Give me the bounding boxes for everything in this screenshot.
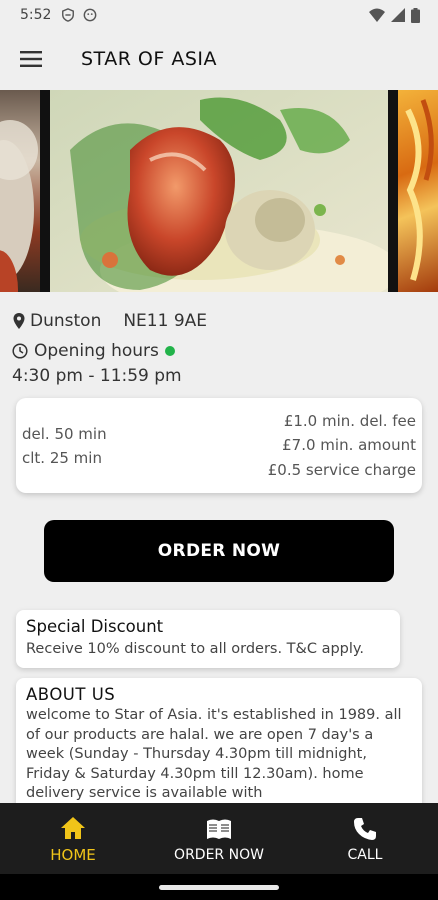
location-area: Dunston <box>30 311 102 331</box>
home-icon <box>61 816 85 839</box>
location-row: Dunston NE11 9AE <box>12 308 422 334</box>
nav-home-label: HOME <box>50 845 96 864</box>
menu-button[interactable] <box>0 30 62 88</box>
system-gesture-bar <box>0 874 438 900</box>
restaurant-info: Dunston NE11 9AE Opening hours 4:30 pm -… <box>12 308 422 388</box>
wifi-icon <box>369 8 385 22</box>
opening-hours-row: Opening hours <box>12 338 422 364</box>
open-status-indicator <box>164 346 175 356</box>
food-image-previous <box>0 120 38 292</box>
opening-hours-time: 4:30 pm - 11:59 pm <box>12 366 182 386</box>
location-pin-icon <box>12 313 26 329</box>
nav-home[interactable]: HOME <box>0 803 146 874</box>
nav-call-label: CALL <box>347 846 383 863</box>
bottom-navigation: HOME ORDER NOW CALL <box>0 803 438 874</box>
carousel-slide-next[interactable] <box>398 90 438 292</box>
home-gesture-handle[interactable] <box>159 885 279 890</box>
service-charge: £0.5 service charge <box>267 460 416 479</box>
android-icon <box>84 8 97 22</box>
nav-order-now-label: ORDER NOW <box>174 846 264 863</box>
min-delivery-fee: £1.0 min. del. fee <box>283 411 416 430</box>
delivery-fees: £1.0 min. del. fee £7.0 min. amount £0.5… <box>268 409 416 483</box>
app-bar: STAR OF ASIA <box>0 30 438 88</box>
about-title: ABOUT US <box>26 685 116 704</box>
discount-title: Special Discount <box>26 617 164 636</box>
hamburger-icon <box>20 51 42 67</box>
nav-call[interactable]: CALL <box>292 803 438 874</box>
food-image-next <box>405 99 434 281</box>
status-right <box>369 7 420 23</box>
delivery-info-card: del. 50 min clt. 25 min £1.0 min. del. f… <box>16 398 422 493</box>
nav-order-now[interactable]: ORDER NOW <box>146 803 292 874</box>
image-carousel[interactable] <box>0 90 438 292</box>
status-time: 5:52 <box>20 7 52 23</box>
location-postcode: NE11 9AE <box>123 311 208 331</box>
min-order-amount: £7.0 min. amount <box>282 436 416 455</box>
delivery-times: del. 50 min clt. 25 min <box>22 422 107 470</box>
about-text: welcome to Star of Asia. it's establishe… <box>26 707 402 801</box>
signal-icon <box>391 8 405 22</box>
special-discount-card: Special Discount Receive 10% discount to… <box>16 610 400 668</box>
collection-time: clt. 25 min <box>22 448 102 467</box>
clock-icon <box>12 343 28 359</box>
app-title: STAR OF ASIA <box>81 48 218 70</box>
order-now-button[interactable]: ORDER NOW <box>44 520 394 582</box>
menu-book-icon <box>207 819 231 839</box>
food-image-lobster <box>50 90 388 292</box>
battery-icon <box>411 7 420 23</box>
delivery-time: del. 50 min <box>22 424 107 443</box>
carousel-slide-current[interactable] <box>50 90 388 292</box>
opening-hours-label: Opening hours <box>34 341 159 361</box>
discount-text: Receive 10% discount to all orders. T&C … <box>26 641 365 657</box>
about-us-card: ABOUT US welcome to Star of Asia. it's e… <box>16 678 422 818</box>
shield-icon <box>62 8 75 22</box>
status-bar: 5:52 <box>0 0 438 30</box>
phone-icon <box>354 817 376 840</box>
carousel-slide-previous[interactable] <box>0 90 40 292</box>
